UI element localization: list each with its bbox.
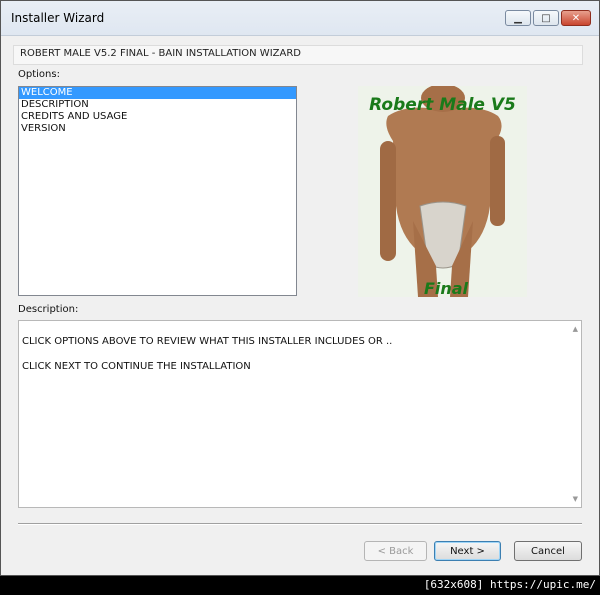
installer-window: Installer Wizard ▁ □ ✕ ROBERT MALE V5.2 … (0, 0, 600, 576)
window-title: Installer Wizard (11, 11, 105, 25)
next-button[interactable]: Next > (434, 541, 501, 561)
caption-buttons: ▁ □ ✕ (505, 10, 591, 26)
description-line-2: CLICK NEXT TO CONTINUE THE INSTALLATION (22, 361, 251, 372)
option-item-credits[interactable]: CREDITS AND USAGE (19, 111, 296, 123)
footer-separator (18, 523, 582, 525)
preview-image: Robert Male V5 Final (358, 86, 527, 297)
scroll-up-arrow-icon[interactable]: ▲ (573, 325, 578, 333)
image-host-footer-text: [632x608] https://upic.me/ (423, 578, 596, 591)
close-button[interactable]: ✕ (561, 10, 591, 26)
cancel-button[interactable]: Cancel (514, 541, 582, 561)
wizard-header-text: ROBERT MALE V5.2 FINAL - BAIN INSTALLATI… (20, 48, 301, 59)
title-bar[interactable]: Installer Wizard ▁ □ ✕ (1, 1, 599, 36)
preview-bottom-text: Final (424, 279, 469, 297)
options-label: Options: (18, 69, 60, 80)
option-item-description[interactable]: DESCRIPTION (19, 99, 296, 111)
description-label: Description: (18, 304, 79, 315)
image-host-footer: [632x608] https://upic.me/ (0, 576, 600, 595)
preview-title-text: Robert Male V5 (369, 95, 516, 115)
options-listbox[interactable]: WELCOME DESCRIPTION CREDITS AND USAGE VE… (18, 86, 297, 296)
minimize-button[interactable]: ▁ (505, 10, 531, 26)
back-button[interactable]: < Back (364, 541, 427, 561)
option-item-welcome[interactable]: WELCOME (19, 87, 296, 99)
maximize-button[interactable]: □ (533, 10, 559, 26)
wizard-header: ROBERT MALE V5.2 FINAL - BAIN INSTALLATI… (13, 45, 583, 65)
preview-figure: Robert Male V5 Final (358, 86, 527, 297)
scroll-down-arrow-icon[interactable]: ▼ (573, 495, 578, 503)
description-line-1: CLICK OPTIONS ABOVE TO REVIEW WHAT THIS … (22, 336, 393, 347)
description-textbox[interactable]: CLICK OPTIONS ABOVE TO REVIEW WHAT THIS … (18, 320, 582, 508)
option-item-version[interactable]: VERSION (19, 123, 296, 135)
